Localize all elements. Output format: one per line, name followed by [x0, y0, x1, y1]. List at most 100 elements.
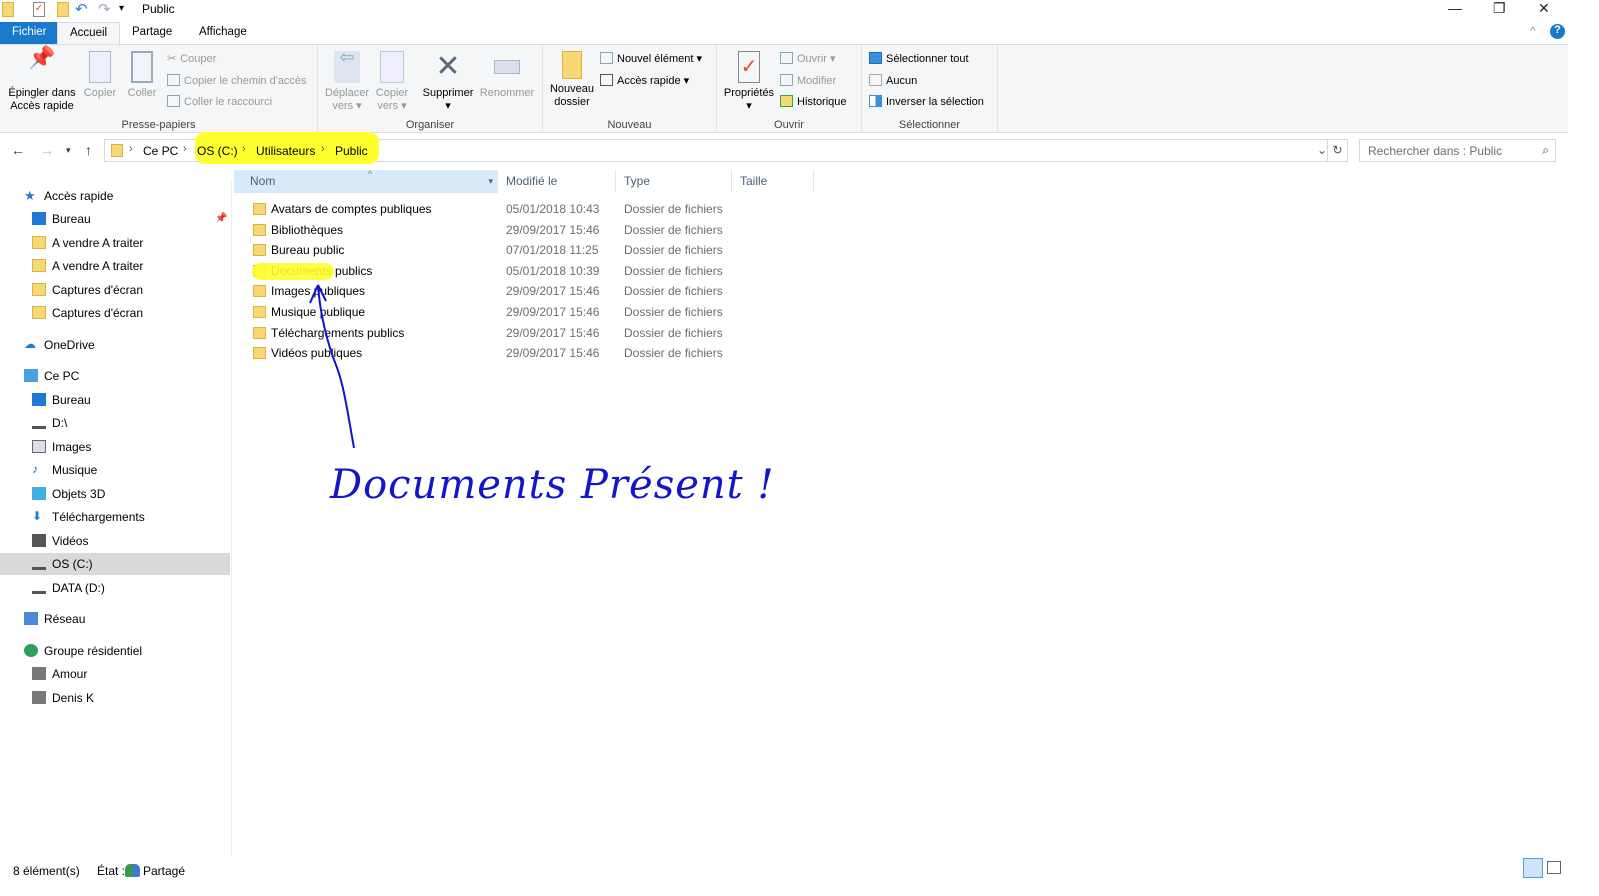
- user-icon: [32, 667, 46, 680]
- copy-to-button[interactable]: Copier vers ▾: [372, 51, 412, 113]
- address-input[interactable]: › Ce PC › OS (C:) › Utilisateurs › Publi…: [104, 132, 1348, 164]
- sidebar-item[interactable]: A vendre A traiter: [0, 255, 230, 277]
- customize-toolbar-icon[interactable]: ▾: [119, 3, 124, 14]
- new-folder-button[interactable]: Nouveau dossier: [547, 51, 597, 109]
- file-type: Dossier de fichiers: [624, 202, 723, 216]
- copy-icon: [89, 51, 111, 83]
- tab-partage[interactable]: Partage: [120, 22, 184, 44]
- sidebar-item[interactable]: ♪ Musique: [0, 459, 230, 481]
- download-icon: ⬇: [32, 509, 43, 523]
- back-button[interactable]: ←: [11, 142, 25, 158]
- column-nom[interactable]: Nom ^ ▾: [234, 169, 498, 193]
- minimize-button[interactable]: —: [1448, 0, 1462, 16]
- details-view-button[interactable]: [1523, 858, 1543, 878]
- path-icon: [167, 74, 180, 86]
- new-folder-icon[interactable]: [57, 2, 69, 17]
- tab-affichage[interactable]: Affichage: [187, 22, 259, 44]
- close-button[interactable]: ✕: [1538, 0, 1550, 17]
- sidebar-item[interactable]: Bureau 📌: [0, 208, 230, 230]
- open-button[interactable]: Ouvrir ▾: [780, 50, 836, 68]
- group-label: Sélectionner: [898, 119, 961, 131]
- sidebar-item[interactable]: D:\: [0, 412, 230, 434]
- refresh-icon[interactable]: ↻: [1327, 140, 1347, 161]
- quick-access-button[interactable]: Accès rapide ▾: [600, 72, 689, 90]
- column-modifie[interactable]: Modifié le: [498, 170, 616, 193]
- sidebar-item[interactable]: Objets 3D: [0, 483, 230, 505]
- sidebar-item-label: Vidéos: [52, 534, 89, 548]
- sidebar-item[interactable]: ☁ OneDrive: [0, 334, 230, 356]
- properties-button[interactable]: ✓ Propriétés ▾: [721, 51, 777, 113]
- large-icons-view-button[interactable]: [1547, 861, 1561, 874]
- sidebar-item[interactable]: Réseau: [0, 608, 230, 630]
- file-row[interactable]: Bibliothèques 29/09/2017 15:46 Dossier d…: [250, 220, 730, 240]
- copy-button[interactable]: Copier: [82, 51, 118, 100]
- undo-icon[interactable]: ↶: [75, 0, 88, 18]
- pin-quick-access-button[interactable]: 📌 Épingler dans Accès rapide: [4, 47, 80, 113]
- cut-button[interactable]: ✂ Couper: [167, 50, 216, 68]
- sidebar-item-label: Groupe résidentiel: [44, 644, 143, 658]
- sidebar-item-label: Téléchargements: [52, 510, 145, 524]
- sidebar-item[interactable]: Amour: [0, 663, 230, 685]
- title-bar: ✓ ↶ ↷ ▾ Public — ❐ ✕: [0, 0, 1568, 20]
- breadcrumb-utilisateurs[interactable]: Utilisateurs: [256, 144, 315, 158]
- group-presse-papiers: 📌 Épingler dans Accès rapide Copier Colle…: [0, 45, 318, 133]
- history-button[interactable]: Historique: [780, 93, 847, 111]
- sidebar-item[interactable]: Bureau: [0, 389, 230, 411]
- breadcrumb-ce-pc[interactable]: Ce PC: [143, 144, 178, 158]
- sidebar-item[interactable]: Ce PC: [0, 365, 230, 387]
- sidebar-item[interactable]: DATA (D:): [0, 577, 230, 599]
- sidebar-item[interactable]: Vidéos: [0, 530, 230, 552]
- column-type[interactable]: Type: [616, 170, 732, 193]
- file-date: 07/01/2018 11:25: [506, 243, 599, 258]
- sidebar-item-label: Bureau: [52, 393, 91, 407]
- folder-icon: [111, 144, 123, 157]
- help-icon[interactable]: ?: [1550, 24, 1565, 39]
- sidebar-item[interactable]: Groupe résidentiel: [0, 640, 230, 662]
- file-row[interactable]: Avatars de comptes publiques 05/01/2018 …: [250, 199, 730, 219]
- sidebar-item[interactable]: ⬇ Téléchargements: [0, 506, 230, 528]
- folder-icon: [32, 283, 46, 296]
- breadcrumb-os-c[interactable]: OS (C:): [197, 144, 238, 158]
- sidebar-item[interactable]: Images: [0, 436, 230, 458]
- file-date: 29/09/2017 15:46: [506, 325, 600, 340]
- rename-button[interactable]: Renommer: [478, 51, 536, 100]
- delete-button[interactable]: ✕ Supprimer ▾: [420, 51, 476, 113]
- tab-accueil[interactable]: Accueil: [57, 22, 121, 44]
- new-item-button[interactable]: Nouvel élément ▾: [600, 50, 702, 68]
- edit-button[interactable]: Modifier: [780, 72, 836, 90]
- file-type: Dossier de fichiers: [624, 222, 723, 237]
- forward-button[interactable]: →: [40, 142, 54, 158]
- move-to-button[interactable]: ⇦ Déplacer vers ▾: [324, 48, 370, 113]
- address-dropdown-icon[interactable]: ⌄: [1317, 143, 1327, 157]
- breadcrumb-public[interactable]: Public: [335, 144, 368, 158]
- sidebar-item[interactable]: Captures d'écran: [0, 302, 230, 324]
- invert-selection-button[interactable]: Inverser la sélection: [869, 93, 984, 111]
- sidebar-item[interactable]: OS (C:): [0, 553, 230, 575]
- recent-locations-button[interactable]: ▾: [66, 145, 71, 156]
- file-row[interactable]: Bureau public 07/01/2018 11:25 Dossier d…: [250, 240, 730, 260]
- shared-users-icon: [125, 864, 140, 877]
- sidebar-item[interactable]: A vendre A traiter: [0, 232, 230, 254]
- paste-button[interactable]: Coller: [124, 51, 160, 100]
- column-taille[interactable]: Taille: [732, 170, 814, 193]
- restore-button[interactable]: ❐: [1493, 0, 1506, 17]
- delete-x-icon: ✕: [435, 50, 461, 83]
- properties-icon[interactable]: ✓: [33, 2, 45, 17]
- select-none-button[interactable]: Aucun: [869, 72, 917, 90]
- pane-divider[interactable]: [231, 180, 232, 855]
- sidebar-item-label: Objets 3D: [52, 487, 106, 501]
- tab-fichier[interactable]: Fichier: [0, 22, 59, 44]
- sidebar-item[interactable]: ★ Accès rapide: [0, 185, 230, 207]
- select-all-button[interactable]: Sélectionner tout: [869, 50, 969, 68]
- search-input[interactable]: Rechercher dans : Public ⌕: [1359, 139, 1556, 162]
- invert-selection-icon: [869, 95, 882, 107]
- redo-icon[interactable]: ↷: [98, 0, 111, 18]
- paste-shortcut-button[interactable]: Coller le raccourci: [167, 93, 272, 111]
- up-button[interactable]: ↑: [85, 142, 92, 158]
- sidebar-item[interactable]: Denis K: [0, 687, 230, 709]
- copy-path-button[interactable]: Copier le chemin d'accès: [167, 72, 307, 90]
- folder-icon: [253, 326, 266, 339]
- collapse-ribbon-icon[interactable]: ^: [1530, 24, 1536, 38]
- sidebar-item[interactable]: Captures d'écran: [0, 279, 230, 301]
- pin-icon[interactable]: 📌: [215, 208, 227, 230]
